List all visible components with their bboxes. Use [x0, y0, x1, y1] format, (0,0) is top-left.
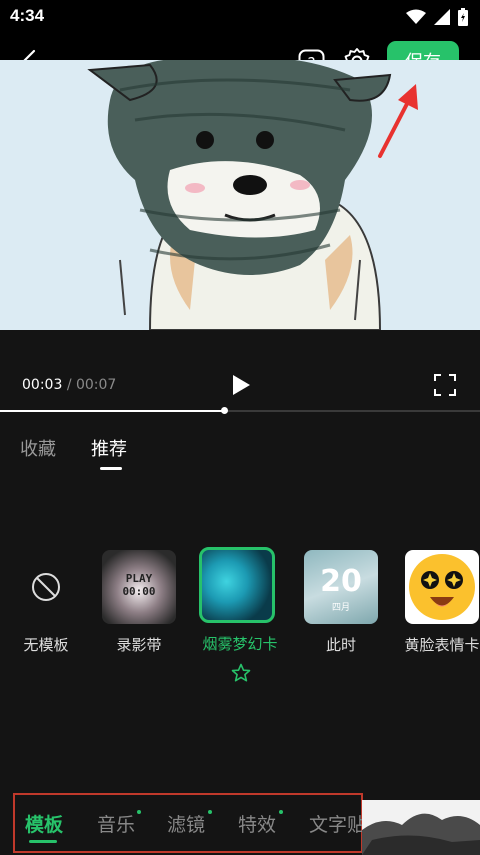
new-dot-badge [137, 810, 141, 814]
progress-bar[interactable] [0, 407, 480, 414]
template-label: 无模板 [23, 636, 69, 654]
timecode: 00:03 / 00:07 [22, 377, 116, 393]
fullscreen-icon[interactable] [434, 374, 456, 396]
template-item-none[interactable]: 无模板 [8, 550, 84, 655]
status-bar: 4:34 [0, 0, 480, 34]
active-tab-indicator [100, 467, 122, 470]
template-item-smoke-dream[interactable]: 烟雾梦幻卡 [199, 547, 278, 654]
no-template-icon [32, 573, 60, 601]
template-thumb [199, 547, 275, 623]
dog-illustration [0, 60, 480, 330]
calendar-day-number: 20 [320, 564, 362, 599]
template-item-emoji-card[interactable]: 黄脸表情卡 [404, 550, 480, 655]
tab-favorites[interactable]: 收藏 [20, 435, 56, 461]
wifi-icon [406, 9, 426, 24]
template-item-this-moment[interactable]: 20 四月 此时 [303, 550, 379, 655]
template-thumb [405, 550, 479, 624]
overlay-thumbnail-image [362, 800, 480, 855]
template-thumb [9, 550, 83, 624]
progress-knob[interactable] [221, 407, 228, 414]
nav-item-filter[interactable]: 滤镜 [167, 810, 205, 837]
total-time: 00:07 [75, 377, 117, 393]
video-preview[interactable] [0, 60, 480, 330]
active-nav-indicator [29, 840, 57, 843]
template-thumb: 20 四月 [304, 550, 378, 624]
overlay-thumbnail [362, 800, 480, 855]
nav-item-template[interactable]: 模板 [25, 810, 63, 837]
nav-item-effects[interactable]: 特效 [238, 810, 276, 837]
status-icons [406, 8, 468, 26]
status-time: 4:34 [10, 6, 45, 25]
signal-icon [434, 9, 450, 25]
calendar-month: 四月 [331, 603, 350, 613]
new-dot-badge [208, 810, 212, 814]
emoji-face-icon [409, 554, 475, 620]
time-separator: / [66, 377, 72, 393]
nav-item-text-sticker[interactable]: 文字贴 [309, 810, 366, 837]
nav-item-music[interactable]: 音乐 [97, 810, 135, 837]
template-item-videotape[interactable]: PLAY 00:00 录影带 [101, 550, 177, 655]
playback-controls: 00:03 / 00:07 [0, 330, 480, 410]
template-label: 此时 [325, 636, 356, 654]
tab-recommended[interactable]: 推荐 [91, 435, 127, 461]
template-label: 黄脸表情卡 [404, 636, 480, 654]
videotape-thumb-text: PLAY 00:00 [122, 572, 156, 598]
battery-icon [458, 8, 468, 26]
play-icon[interactable] [230, 374, 252, 396]
new-dot-badge [279, 810, 283, 814]
template-label: 录影带 [116, 636, 162, 654]
current-time: 00:03 [22, 377, 63, 393]
template-thumb: PLAY 00:00 [102, 550, 176, 624]
progress-fill [0, 410, 224, 412]
favorite-star-icon[interactable] [231, 663, 251, 683]
template-label: 烟雾梦幻卡 [202, 635, 278, 653]
template-tabs: 收藏 推荐 [0, 430, 480, 475]
